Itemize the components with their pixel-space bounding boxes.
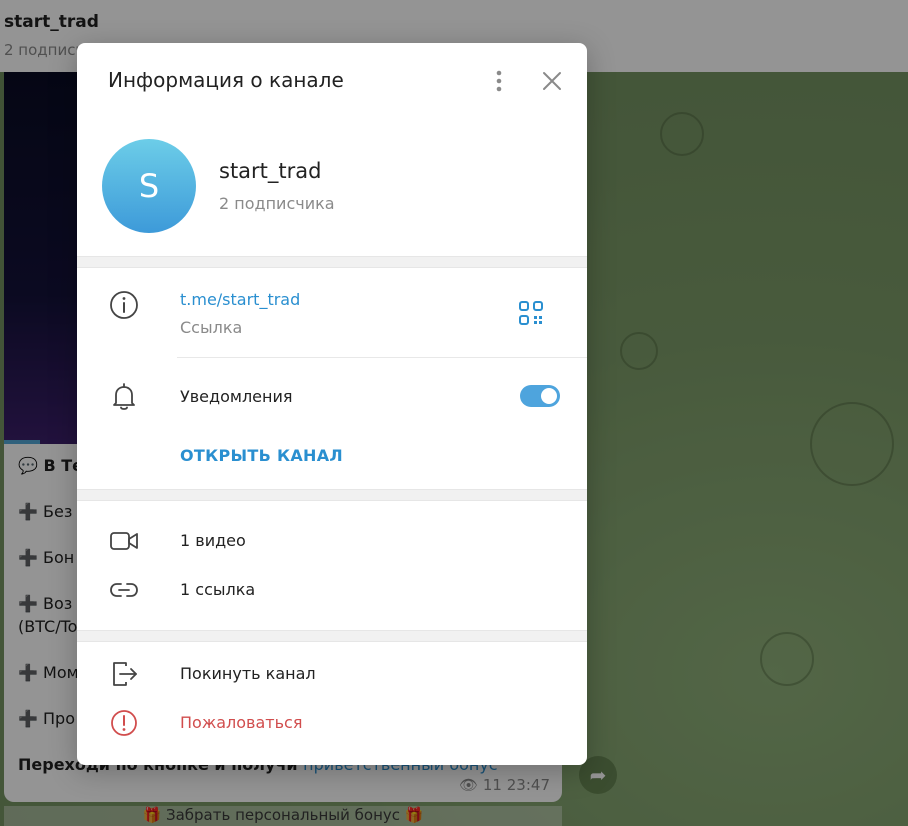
section-divider — [77, 489, 587, 501]
report-button[interactable]: Пожаловаться — [180, 713, 302, 732]
leave-icon — [113, 662, 137, 686]
info-icon — [110, 291, 138, 319]
link-icon — [110, 583, 138, 597]
leave-channel-button[interactable]: Покинуть канал — [180, 664, 316, 683]
report-icon — [111, 710, 137, 736]
channel-name: start_trad — [219, 159, 322, 183]
dialog-title: Информация о канале — [108, 68, 344, 92]
more-vertical-icon[interactable] — [489, 67, 509, 95]
video-icon — [110, 532, 138, 550]
channel-avatar[interactable]: S — [102, 139, 196, 233]
toggle-knob — [541, 388, 557, 404]
section-divider — [77, 256, 587, 268]
bell-icon — [113, 383, 135, 410]
notifications-toggle[interactable] — [520, 385, 560, 407]
row-divider — [177, 357, 587, 358]
channel-info-dialog: Информация о канале S start_trad 2 подпи… — [77, 43, 587, 765]
section-divider — [77, 630, 587, 642]
media-links[interactable]: 1 ссылка — [180, 580, 255, 599]
notifications-label: Уведомления — [180, 387, 293, 406]
close-icon[interactable] — [538, 67, 566, 95]
media-videos[interactable]: 1 видео — [180, 531, 246, 550]
channel-link[interactable]: t.me/start_trad — [180, 290, 300, 309]
qr-code-icon[interactable] — [517, 299, 545, 327]
channel-link-caption: Ссылка — [180, 318, 243, 337]
open-channel-button[interactable]: ОТКРЫТЬ КАНАЛ — [180, 446, 343, 465]
channel-subscribers: 2 подписчика — [219, 194, 335, 213]
